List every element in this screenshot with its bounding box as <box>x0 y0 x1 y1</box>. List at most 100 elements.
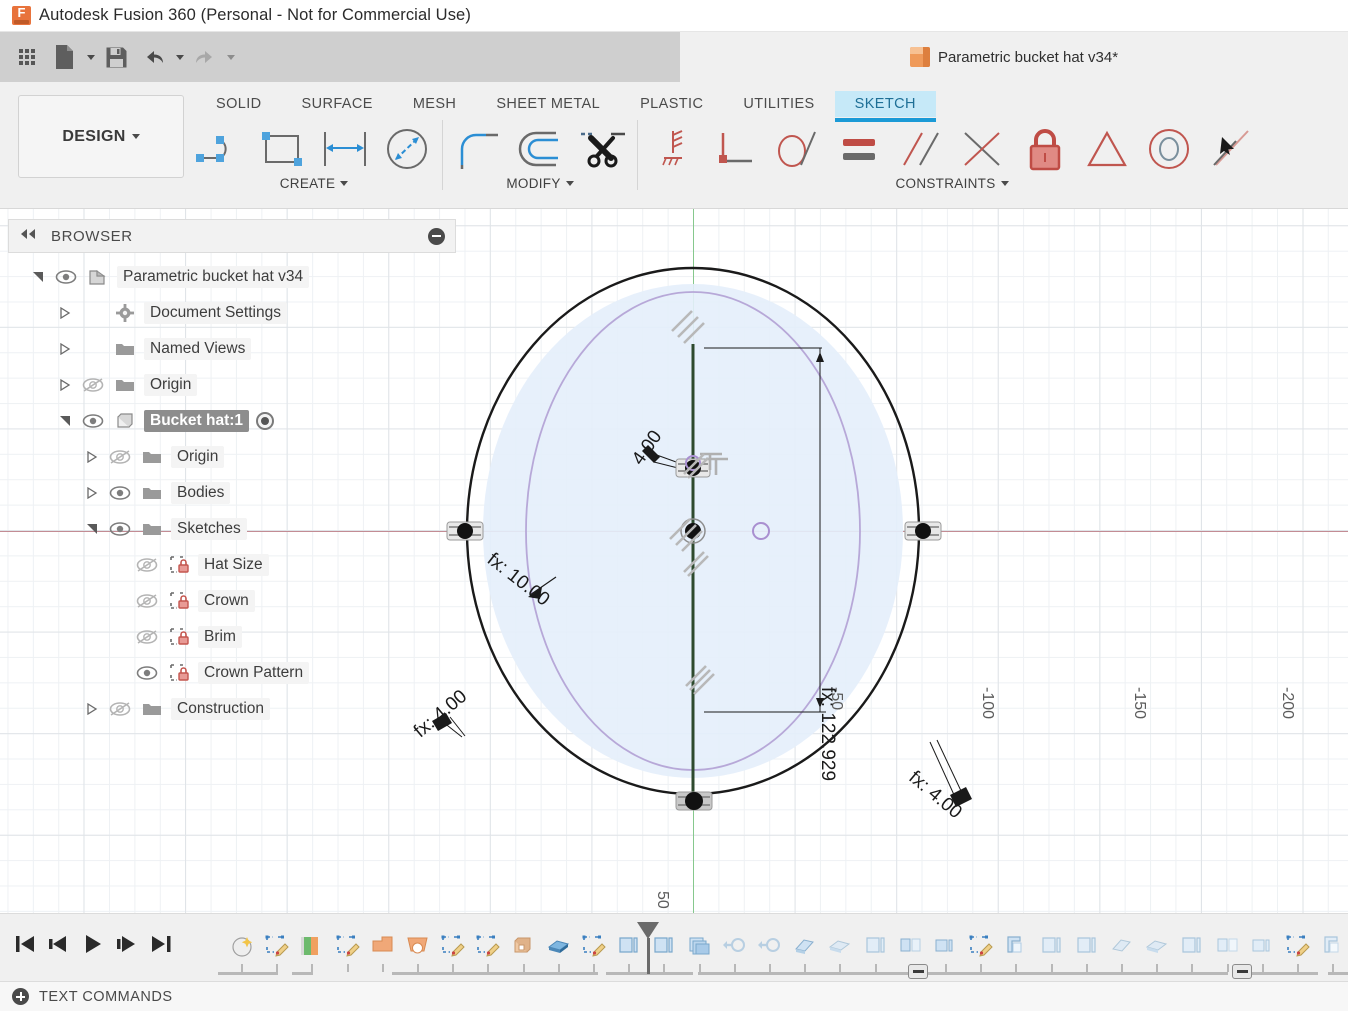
tab-surface[interactable]: SURFACE <box>282 91 393 117</box>
timeline-feature-mirror-2[interactable] <box>1208 928 1248 962</box>
timeline-feature-sketch-new[interactable] <box>222 928 262 962</box>
timeline-feature-revolve[interactable] <box>292 928 332 962</box>
timeline-feature-pattern[interactable] <box>680 928 720 962</box>
timeline-feature-draft-2[interactable] <box>1102 928 1142 962</box>
browser-tree-item[interactable]: Sketches <box>8 511 456 547</box>
browser-tree-item[interactable]: Hat Size <box>8 547 456 583</box>
browser-tree-item[interactable]: Named Views <box>8 331 456 367</box>
visibility-eye-icon[interactable] <box>107 484 133 502</box>
ribbon-group-modify-label[interactable]: MODIFY <box>506 176 574 191</box>
browser-tree-item[interactable]: Origin <box>8 439 456 475</box>
timeline-feature-mirror[interactable] <box>891 928 931 962</box>
jump-to-end-button[interactable] <box>146 928 176 960</box>
collinear-icon[interactable] <box>1200 120 1262 178</box>
timeline-feature-thicken-5[interactable] <box>1067 928 1107 962</box>
browser-tree-item[interactable]: Parametric bucket hat v34 <box>8 259 456 295</box>
timeline-feature-thicken-3[interactable] <box>856 928 896 962</box>
tree-twisty-closed-icon[interactable] <box>84 449 100 465</box>
parallel-icon[interactable] <box>890 120 952 178</box>
tab-sheet-metal[interactable]: SHEET METAL <box>476 91 620 117</box>
timeline-feature-sketch-edit-7[interactable] <box>1278 928 1318 962</box>
save-icon[interactable] <box>99 40 133 74</box>
tab-mesh[interactable]: MESH <box>393 91 477 117</box>
equal-icon[interactable] <box>828 120 890 178</box>
circle-diameter-icon[interactable] <box>376 120 438 178</box>
tree-twisty-closed-icon[interactable] <box>84 485 100 501</box>
tangent-icon[interactable] <box>766 120 828 178</box>
fillet-icon[interactable] <box>447 120 509 178</box>
browser-tree-item[interactable]: Brim <box>8 619 456 655</box>
tree-twisty-open-icon[interactable] <box>30 269 46 285</box>
visibility-eye-off-icon[interactable] <box>107 700 133 718</box>
concentric-icon[interactable] <box>1138 120 1200 178</box>
linear-dimension-icon[interactable] <box>314 120 376 178</box>
timeline-feature-sketch-edit-5[interactable] <box>574 928 614 962</box>
offset-icon[interactable] <box>509 120 571 178</box>
tab-sketch[interactable]: SKETCH <box>834 91 937 122</box>
active-component-radio[interactable] <box>256 412 275 430</box>
timeline-feature-thicken-6[interactable] <box>1172 928 1212 962</box>
tree-twisty-closed-icon[interactable] <box>84 701 100 717</box>
timeline-feature-loft-2[interactable] <box>820 928 860 962</box>
visibility-eye-off-icon[interactable] <box>107 448 133 466</box>
new-file-icon[interactable] <box>48 40 82 74</box>
workspace-caret-icon[interactable] <box>131 134 140 139</box>
midpoint-icon[interactable] <box>952 120 1014 178</box>
line-icon[interactable] <box>190 120 252 178</box>
tree-twisty-open-icon[interactable] <box>57 413 73 429</box>
timeline-track[interactable] <box>218 922 1348 980</box>
constraints-caret-icon[interactable] <box>1000 181 1009 186</box>
rectangle-icon[interactable] <box>252 120 314 178</box>
step-back-button[interactable] <box>44 928 74 960</box>
symmetry-icon[interactable] <box>1076 120 1138 178</box>
visibility-eye-icon[interactable] <box>53 268 79 286</box>
jump-to-start-button[interactable] <box>10 928 40 960</box>
ribbon-group-constraints-label[interactable]: CONSTRAINTS <box>895 176 1009 191</box>
ribbon-group-create-label[interactable]: CREATE <box>280 176 349 191</box>
tab-plastic[interactable]: PLASTIC <box>620 91 723 117</box>
visibility-eye-icon[interactable] <box>134 664 160 682</box>
browser-tree-item[interactable]: Document Settings <box>8 295 456 331</box>
timeline-feature-loft-3[interactable] <box>1137 928 1177 962</box>
collapse-left-icon[interactable] <box>19 227 37 245</box>
modify-caret-icon[interactable] <box>565 181 574 186</box>
timeline-feature-sketch-edit-4[interactable] <box>468 928 508 962</box>
minus-circle-icon[interactable] <box>428 227 445 245</box>
visibility-eye-icon[interactable] <box>80 412 106 430</box>
undo-icon[interactable] <box>137 40 171 74</box>
browser-tree-item[interactable]: Bodies <box>8 475 456 511</box>
new-file-caret-icon[interactable] <box>87 54 95 60</box>
visibility-eye-off-icon[interactable] <box>134 556 160 574</box>
timeline-feature-draft[interactable] <box>785 928 825 962</box>
timeline-group-collapse-toggle[interactable] <box>908 964 928 979</box>
trim-scissors-icon[interactable] <box>571 120 633 178</box>
fix-ground-icon[interactable] <box>642 120 704 178</box>
timeline-group-collapse-toggle[interactable] <box>1232 964 1252 979</box>
undo-caret-icon[interactable] <box>176 54 184 60</box>
timeline-feature-shell[interactable] <box>996 928 1036 962</box>
timeline-feature-thicken-4[interactable] <box>1032 928 1072 962</box>
plus-circle-icon[interactable] <box>12 988 29 1005</box>
tree-twisty-closed-icon[interactable] <box>57 377 73 393</box>
timeline-feature-sketch-edit-6[interactable] <box>961 928 1001 962</box>
tree-twisty-open-icon[interactable] <box>84 521 100 537</box>
app-grid-icon[interactable] <box>10 40 44 74</box>
timeline-feature-extrude-2[interactable] <box>398 928 438 962</box>
timeline-feature-revolve-2[interactable] <box>715 928 755 962</box>
timeline-feature-loft[interactable] <box>539 928 579 962</box>
step-forward-button[interactable] <box>112 928 142 960</box>
tab-utilities[interactable]: UTILITIES <box>723 91 834 117</box>
timeline-feature-combine-2[interactable] <box>1243 928 1283 962</box>
lock-dimension-icon[interactable] <box>1014 120 1076 178</box>
browser-tree-item[interactable]: Crown Pattern <box>8 655 456 691</box>
browser-tree-item[interactable]: Bucket hat:1 <box>8 403 456 439</box>
tab-solid[interactable]: SOLID <box>196 91 282 117</box>
visibility-eye-off-icon[interactable] <box>80 376 106 394</box>
browser-tree-item[interactable]: Crown <box>8 583 456 619</box>
redo-caret-icon[interactable] <box>227 54 235 60</box>
sketch-canvas[interactable]: -50-100-150-20050100100 4.00fx: 10.00fx:… <box>0 209 1348 913</box>
tree-twisty-closed-icon[interactable] <box>57 305 73 321</box>
browser-tree-item[interactable]: Construction <box>8 691 456 727</box>
document-tab[interactable]: Parametric bucket hat v34* <box>909 47 1118 67</box>
visibility-eye-icon[interactable] <box>107 520 133 538</box>
